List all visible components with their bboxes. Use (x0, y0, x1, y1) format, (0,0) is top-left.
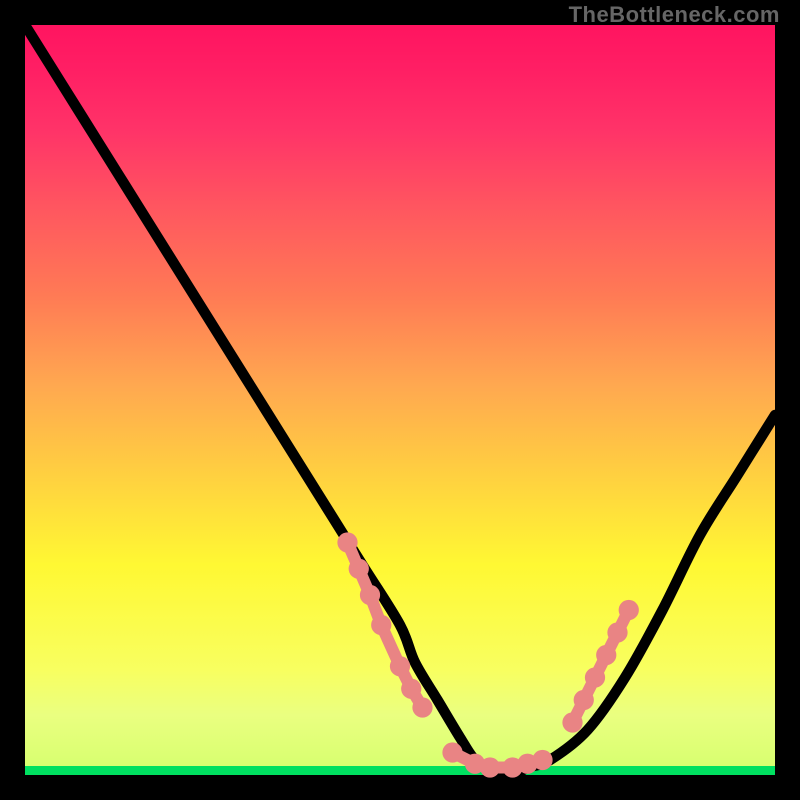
highlight-dot (412, 697, 432, 717)
highlight-dot (596, 645, 616, 665)
highlight-dot (562, 712, 582, 732)
highlight-dot (390, 656, 410, 676)
highlight-dot (574, 690, 594, 710)
highlight-dot (349, 559, 369, 579)
highlight-dot (585, 667, 605, 687)
highlight-dot (607, 622, 627, 642)
chart-stage: TheBottleneck.com (0, 0, 800, 800)
curve-layer (25, 25, 775, 775)
highlight-dot (337, 532, 357, 552)
highlight-dot (401, 679, 421, 699)
plot-area (25, 25, 775, 775)
watermark-text: TheBottleneck.com (569, 2, 780, 28)
highlight-dot (480, 757, 500, 777)
highlight-dot (532, 750, 552, 770)
highlight-dot (619, 600, 639, 620)
highlight-dot (371, 615, 391, 635)
highlight-dot (442, 742, 462, 762)
highlight-dots-layer (337, 532, 639, 777)
highlight-dot (360, 585, 380, 605)
